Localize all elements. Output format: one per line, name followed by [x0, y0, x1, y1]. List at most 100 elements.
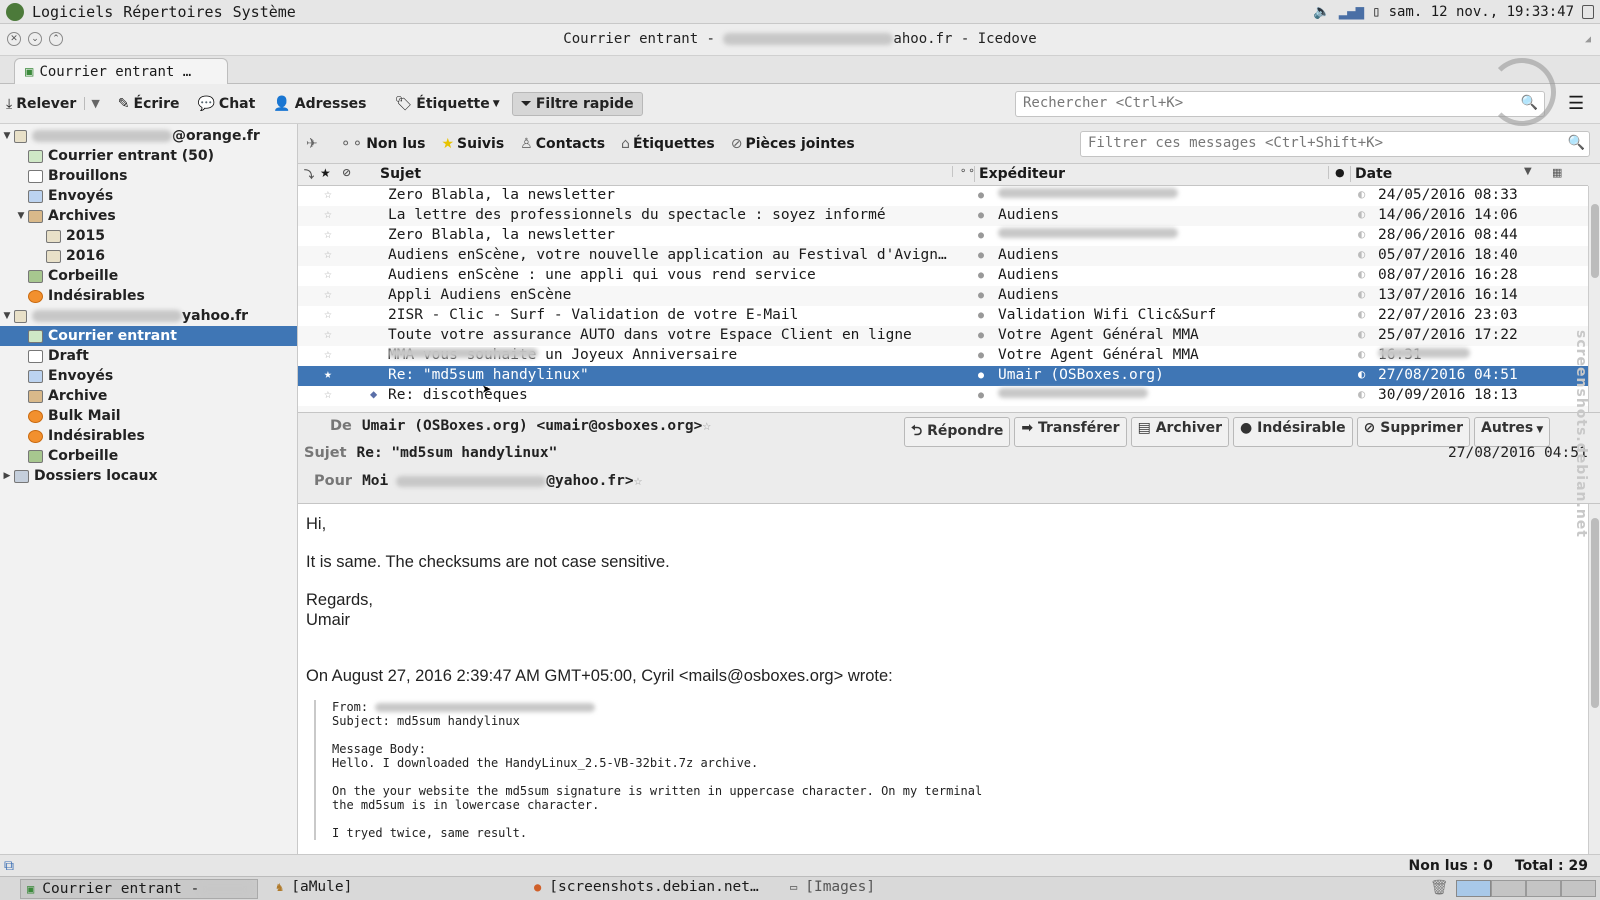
pin-icon[interactable]: ✈: [306, 136, 318, 152]
workspace-1[interactable]: [1456, 880, 1491, 897]
folder-trash-yahoo[interactable]: Corbeille: [0, 446, 297, 466]
sort-chevron-icon[interactable]: ▼: [1524, 166, 1532, 177]
address-book-button[interactable]: 👤 Adresses: [273, 96, 366, 112]
folder-sent-yahoo[interactable]: Envoyés: [0, 366, 297, 386]
get-messages-button[interactable]: ⤓ Relever: [6, 96, 76, 112]
star-icon[interactable]: ★: [324, 367, 332, 382]
table-row[interactable]: ☆ MMA vous souhaite un Joyeux Anniversair…: [298, 346, 1588, 366]
junk-status-icon[interactable]: ◐: [1358, 367, 1365, 381]
read-status-icon[interactable]: ●: [978, 310, 984, 321]
workspace-4[interactable]: [1561, 880, 1596, 897]
date-column[interactable]: Date: [1350, 166, 1392, 182]
folder-inbox-orange[interactable]: Courrier entrant (50): [0, 146, 297, 166]
read-column-icon[interactable]: ⚬⚬: [952, 166, 976, 177]
table-row[interactable]: ☆ Zero Blabla, la newsletter ● ◐ 24/05/2016 …: [298, 186, 1588, 206]
battery-icon[interactable]: ▯: [1372, 4, 1380, 20]
star-icon[interactable]: ☆: [324, 327, 332, 342]
global-search-input[interactable]: Rechercher <Ctrl+K> 🔍: [1015, 91, 1545, 117]
forward-button[interactable]: ➡ Transférer: [1014, 417, 1127, 447]
folder-sent[interactable]: Envoyés: [0, 186, 297, 206]
archive-button[interactable]: ▤ Archiver: [1130, 417, 1230, 447]
junk-status-icon[interactable]: ◐: [1358, 187, 1365, 201]
task-amule[interactable]: ♞ [aMule]: [276, 879, 352, 895]
table-row[interactable]: ☆ Appli Audiens enScène ● Audiens ◐ 13/07/201…: [298, 286, 1588, 306]
subject-column[interactable]: Sujet: [380, 166, 421, 182]
thread-column-icon[interactable]: ⤵: [304, 166, 314, 181]
folder-junk-yahoo[interactable]: Indésirables: [0, 426, 297, 446]
collapse-arrow-icon[interactable]: ▼: [0, 131, 14, 141]
read-status-icon[interactable]: ●: [978, 350, 984, 361]
local-folders[interactable]: ▶ Dossiers locaux: [0, 466, 297, 486]
account-yahoo[interactable]: ▼ yahoo.fr: [0, 306, 297, 326]
sender-column[interactable]: Expéditeur: [974, 166, 1065, 182]
junk-status-icon[interactable]: ◐: [1358, 247, 1365, 261]
tab-inbox[interactable]: ▣ Courrier entrant …: [14, 58, 228, 84]
folder-drafts[interactable]: Brouillons: [0, 166, 297, 186]
get-messages-dropdown[interactable]: ▼: [84, 97, 100, 110]
junk-status-icon[interactable]: ◐: [1358, 307, 1365, 321]
task-browser[interactable]: ● [screenshots.debian.net…: [534, 879, 759, 895]
debian-logo-icon[interactable]: [6, 2, 24, 21]
table-row[interactable]: ☆ Audiens enScène, votre nouvelle applica…: [298, 246, 1588, 266]
scroll-thumb[interactable]: [1591, 204, 1599, 278]
star-icon[interactable]: ☆: [324, 187, 332, 202]
filter-unread[interactable]: ⚬⚬ Non lus: [340, 136, 426, 152]
session-icon[interactable]: [1582, 4, 1594, 19]
filter-messages-input[interactable]: Filtrer ces messages <Ctrl+Shift+K> 🔍: [1080, 131, 1590, 157]
message-scrollbar[interactable]: [1588, 504, 1600, 854]
reply-button[interactable]: ⮌ Répondre: [904, 417, 1011, 447]
folder-draft[interactable]: Draft: [0, 346, 297, 366]
star-icon[interactable]: ☆: [324, 307, 332, 322]
from-value[interactable]: Umair (OSBoxes.org) <umair@osboxes.org>: [362, 418, 702, 434]
other-actions-button[interactable]: Autres ▼: [1474, 417, 1551, 447]
task-images[interactable]: ▭ [Images]: [790, 879, 875, 895]
menu-applications[interactable]: Logiciels: [32, 3, 113, 21]
junk-status-icon[interactable]: ◐: [1358, 327, 1365, 341]
junk-status-icon[interactable]: ◐: [1358, 267, 1365, 281]
table-row[interactable]: ☆ Zero Blabla, la newsletter ● ◐ 28/06/2016 …: [298, 226, 1588, 246]
hamburger-menu-icon[interactable]: ☰: [1568, 93, 1584, 114]
junk-status-icon[interactable]: ◐: [1358, 387, 1365, 401]
clock[interactable]: sam. 12 nov., 19:33:47: [1389, 4, 1574, 20]
junk-status-icon[interactable]: ◐: [1358, 287, 1365, 301]
add-contact-star-icon[interactable]: ☆: [702, 418, 711, 434]
chat-button[interactable]: 💬 Chat: [197, 96, 255, 112]
folder-inbox-yahoo[interactable]: Courrier entrant: [0, 326, 297, 346]
account-orange[interactable]: ▼ @orange.fr: [0, 126, 297, 146]
read-status-icon[interactable]: ●: [978, 250, 984, 261]
read-status-icon[interactable]: ●: [978, 330, 984, 341]
write-button[interactable]: ✎ Écrire: [118, 96, 180, 112]
thread-scrollbar[interactable]: [1588, 186, 1600, 412]
star-icon[interactable]: ☆: [324, 387, 332, 402]
folder-2015[interactable]: 2015: [0, 226, 297, 246]
add-contact-star-icon[interactable]: ☆: [634, 473, 643, 489]
expand-arrow-icon[interactable]: ▶: [0, 471, 14, 481]
tag-button[interactable]: 🏷 Étiquette ▼: [395, 96, 500, 112]
task-icedove[interactable]: ▣ Courrier entrant -: [20, 879, 259, 899]
workspace-switcher[interactable]: [1456, 880, 1596, 897]
search-icon[interactable]: 🔍: [1568, 135, 1585, 151]
star-icon[interactable]: ☆: [324, 247, 332, 262]
filter-attachments[interactable]: ⊘ Pièces jointes: [731, 136, 855, 152]
star-icon[interactable]: ☆: [324, 207, 332, 222]
read-status-icon[interactable]: ●: [978, 370, 984, 381]
read-status-icon[interactable]: ●: [978, 290, 984, 301]
filter-starred[interactable]: ★ Suivis: [441, 136, 504, 152]
star-column-icon[interactable]: ★: [320, 166, 331, 180]
folder-archives[interactable]: ▼ Archives: [0, 206, 297, 226]
folder-archive[interactable]: Archive: [0, 386, 297, 406]
delete-button[interactable]: ⊘ Supprimer: [1356, 417, 1471, 447]
filter-tags[interactable]: ⌂ Étiquettes: [621, 136, 715, 152]
workspace-2[interactable]: [1491, 880, 1526, 897]
read-status-icon[interactable]: ●: [978, 270, 984, 281]
attachment-column-icon[interactable]: ⊘: [342, 166, 351, 179]
menu-places[interactable]: Répertoires: [123, 3, 222, 21]
workspace-3[interactable]: [1526, 880, 1561, 897]
folder-trash[interactable]: Corbeille: [0, 266, 297, 286]
read-status-icon[interactable]: ●: [978, 230, 984, 241]
junk-button[interactable]: ● Indésirable: [1233, 417, 1353, 447]
collapse-arrow-icon[interactable]: ▼: [14, 211, 28, 221]
menu-system[interactable]: Système: [233, 3, 296, 21]
folder-bulk-mail[interactable]: Bulk Mail: [0, 406, 297, 426]
quick-filter-button[interactable]: ⏷ Filtre rapide: [511, 91, 643, 116]
